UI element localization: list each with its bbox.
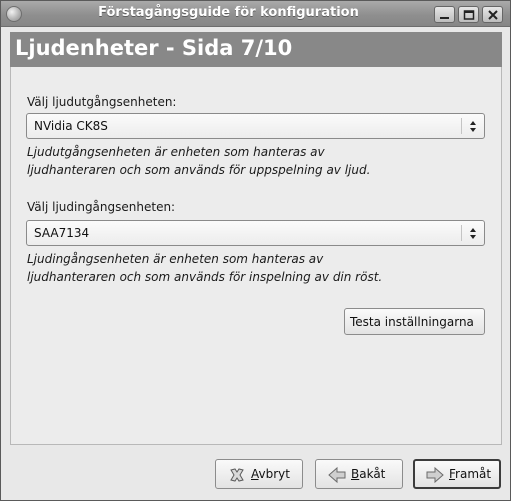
input-device-label: Välj ljudingångsenheten: xyxy=(27,200,176,214)
cancel-label-rest: vbryt xyxy=(258,467,290,481)
minimize-button[interactable] xyxy=(434,6,455,23)
input-device-select[interactable]: SAA7134 xyxy=(26,220,485,246)
cancel-label: Avbryt xyxy=(251,467,290,481)
output-description-line1: Ljudutgångsenheten är enheten som hanter… xyxy=(27,145,325,159)
output-device-select[interactable]: NVidia CK8S xyxy=(26,113,485,139)
back-arrow-icon xyxy=(328,466,346,484)
combo-arrows-icon xyxy=(470,121,476,132)
cancel-button[interactable]: Avbryt xyxy=(215,459,303,489)
combo-arrows-icon xyxy=(470,228,476,239)
titlebar[interactable]: Förstagångsguide för konfiguration xyxy=(1,1,510,27)
combo-separator xyxy=(461,118,462,134)
test-settings-label: Testa inställningarna xyxy=(350,315,474,329)
input-device-value: SAA7134 xyxy=(34,226,90,240)
input-description-line1: Ljudingångsenheten är enheten som hanter… xyxy=(27,252,324,266)
wizard-window: Förstagångsguide för konfiguration Ljude… xyxy=(0,0,511,501)
next-label-rest: ramåt xyxy=(455,467,492,481)
next-button[interactable]: Framåt xyxy=(413,459,501,489)
next-label: Framåt xyxy=(449,467,491,481)
forward-arrow-icon xyxy=(426,466,444,484)
output-device-label: Välj ljudutgångsenheten: xyxy=(27,95,177,109)
close-icon xyxy=(488,10,498,20)
output-device-value: NVidia CK8S xyxy=(34,119,108,133)
back-button[interactable]: Bakåt xyxy=(315,459,403,489)
page-header: Ljudenheter - Sida 7/10 xyxy=(10,32,502,67)
back-mnemonic: B xyxy=(351,467,360,481)
window-title: Förstagångsguide för konfiguration xyxy=(98,5,359,20)
back-label: Bakåt xyxy=(351,467,385,481)
app-menu-icon[interactable] xyxy=(6,6,22,22)
page-title: Ljudenheter - Sida 7/10 xyxy=(15,36,293,60)
cancel-icon xyxy=(230,468,244,482)
maximize-button[interactable] xyxy=(458,6,479,23)
cancel-mnemonic: A xyxy=(251,467,259,481)
minimize-icon xyxy=(440,17,449,19)
close-button[interactable] xyxy=(482,6,503,23)
maximize-icon xyxy=(463,10,475,20)
test-settings-button[interactable]: Testa inställningarna xyxy=(344,308,485,335)
back-label-rest: akåt xyxy=(359,467,386,481)
input-description-line2: ljudhanteraren och som används för inspe… xyxy=(27,270,383,284)
output-description-line2: ljudhanteraren och som används för uppsp… xyxy=(27,163,371,177)
combo-separator xyxy=(461,225,462,241)
